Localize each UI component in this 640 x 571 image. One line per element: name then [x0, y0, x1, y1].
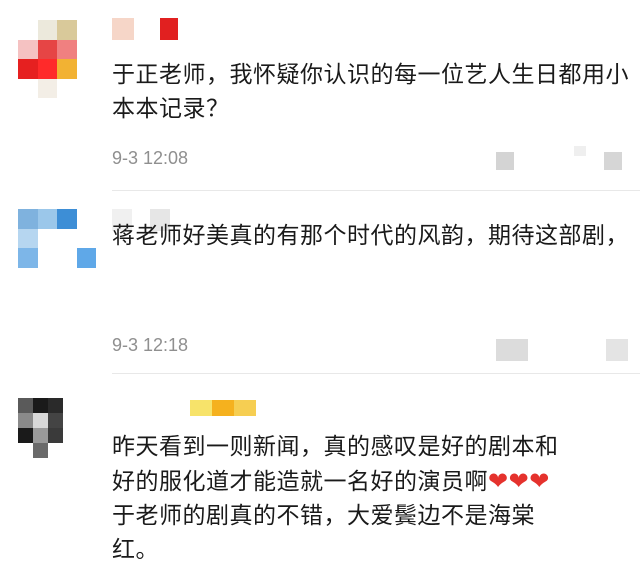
like-icon[interactable]	[604, 152, 622, 170]
comment-text: 于正老师，我怀疑你认识的每一位艺人生日都用小本本记录？	[112, 62, 629, 122]
avatar[interactable]	[18, 398, 78, 458]
comment-text-line: 好的服化道才能造就一名好的演员啊❤❤❤	[112, 464, 632, 499]
comment-item: 昨天看到一则新闻，真的感叹是好的剧本和 好的服化道才能造就一名好的演员啊❤❤❤ …	[0, 374, 640, 571]
like-icon[interactable]	[606, 339, 628, 361]
heart-icon: ❤❤❤	[488, 467, 550, 495]
username[interactable]	[112, 400, 256, 416]
comment-text: 蒋老师好美真的有那个时代的风韵，期待这部剧，	[112, 223, 629, 249]
reply-icon[interactable]	[496, 152, 514, 170]
comment-text-line: 昨天看到一则新闻，真的感叹是好的剧本和	[112, 434, 559, 460]
comment-actions[interactable]	[470, 339, 640, 367]
comment-timestamp: 9-3 12:18	[112, 335, 189, 355]
comment-actions[interactable]	[470, 144, 640, 172]
comment-text-segment: 好的服化道才能造就一名好的演员啊	[112, 469, 488, 495]
more-icon[interactable]	[574, 146, 586, 156]
reply-icon[interactable]	[496, 339, 528, 361]
username[interactable]	[112, 18, 178, 40]
comment-item: 于正老师，我怀疑你认识的每一位艺人生日都用小本本记录？ 9-3 12:08	[0, 0, 640, 190]
comment-timestamp: 9-3 12:08	[112, 148, 189, 168]
avatar[interactable]	[18, 209, 96, 287]
comment-item: 蒋老师好美真的有那个时代的风韵，期待这部剧， 9-3 12:18	[0, 191, 640, 373]
avatar[interactable]	[18, 20, 96, 98]
comment-text-line: 红。	[112, 537, 159, 563]
comment-text-line: 于老师的剧真的不错，大爱鬓边不是海棠	[112, 503, 535, 529]
comment-text: 昨天看到一则新闻，真的感叹是好的剧本和 好的服化道才能造就一名好的演员啊❤❤❤ …	[112, 430, 632, 567]
